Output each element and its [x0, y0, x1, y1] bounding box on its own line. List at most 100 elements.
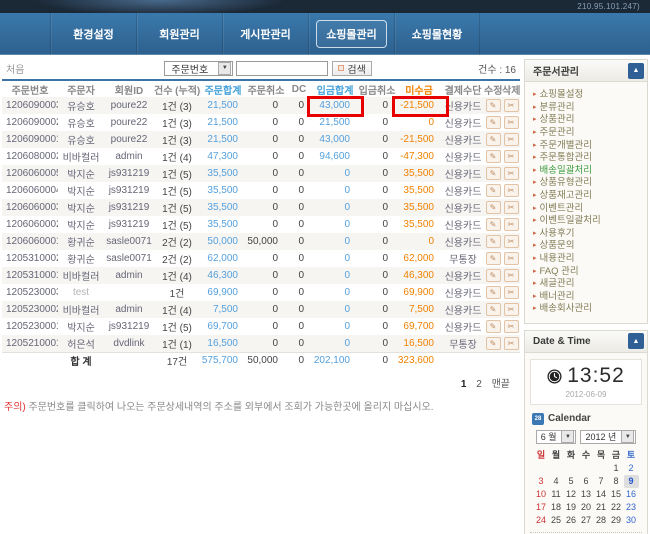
nav-tab[interactable]: 게시판관리	[222, 13, 308, 55]
order-no-link[interactable]: 1206060005	[2, 165, 58, 182]
sidebar-menu-item[interactable]: ▸ 배송회사관리	[533, 303, 643, 316]
sidebar-menu-item[interactable]: ▸ 사용후기	[533, 228, 643, 241]
order-no-link[interactable]: 1206060003	[2, 199, 58, 216]
calendar-day[interactable]: 29	[609, 514, 624, 527]
sidebar-menu-item[interactable]: ▸ 상품유형관리	[533, 177, 643, 190]
panel-toggle-icon[interactable]: ▲	[628, 63, 644, 79]
last-page-link[interactable]: 맨끝	[492, 379, 510, 390]
order-no-link[interactable]: 1205230002	[2, 301, 58, 318]
page-1-link[interactable]: 1	[461, 379, 467, 390]
order-no-link[interactable]: 1206090001	[2, 131, 58, 148]
calendar-day[interactable]: 16	[624, 488, 639, 501]
calendar-day[interactable]: 13	[579, 488, 594, 501]
search-button[interactable]: 검색	[332, 61, 371, 76]
sidebar-menu-item[interactable]: ▸ 새글관리	[533, 278, 643, 291]
first-link[interactable]: 처음	[6, 61, 24, 76]
sidebar-menu-item[interactable]: ▸ 내용관리	[533, 253, 643, 266]
calendar-day[interactable]: 18	[549, 501, 564, 514]
edit-button[interactable]: ✎	[486, 184, 501, 197]
calendar-day[interactable]: 8	[609, 475, 624, 488]
sidebar-menu-item[interactable]: ▸ 상품문의	[533, 240, 643, 253]
edit-button[interactable]: ✎	[486, 269, 501, 282]
order-no-link[interactable]: 1206060001	[2, 233, 58, 250]
delete-button[interactable]: ✂	[504, 252, 519, 265]
delete-button[interactable]: ✂	[504, 337, 519, 350]
edit-button[interactable]: ✎	[486, 201, 501, 214]
month-select[interactable]: 6 월 ▼	[536, 430, 577, 444]
sidebar-menu-item[interactable]: ▸ 상품재고관리	[533, 190, 643, 203]
sidebar-menu-item[interactable]: ▸ 배송일괄처리	[533, 165, 643, 178]
sidebar-menu-item[interactable]: ▸ 이벤트일괄처리	[533, 215, 643, 228]
calendar-day[interactable]: 19	[564, 501, 579, 514]
calendar-day[interactable]: 24	[534, 514, 549, 527]
sidebar-menu-item[interactable]: ▸ 주문관리	[533, 127, 643, 140]
nav-tab[interactable]: 쇼핑몰관리	[308, 13, 394, 55]
sidebar-menu-item[interactable]: ▸ FAQ 관리	[533, 265, 643, 278]
order-no-link[interactable]: 1205310001	[2, 267, 58, 284]
calendar-day[interactable]: 17	[534, 501, 549, 514]
calendar-day[interactable]: 10	[534, 488, 549, 501]
edit-button[interactable]: ✎	[486, 150, 501, 163]
calendar-day[interactable]	[594, 462, 609, 475]
order-no-link[interactable]: 1205310002	[2, 250, 58, 267]
edit-button[interactable]: ✎	[486, 235, 501, 248]
calendar-day[interactable]: 14	[594, 488, 609, 501]
edit-button[interactable]: ✎	[486, 337, 501, 350]
delete-button[interactable]: ✂	[504, 99, 519, 112]
delete-button[interactable]: ✂	[504, 269, 519, 282]
calendar-day[interactable]	[549, 462, 564, 475]
nav-tab[interactable]: 회원관리	[136, 13, 222, 55]
search-input[interactable]	[236, 61, 328, 76]
calendar-day[interactable]: 23	[624, 501, 639, 514]
calendar-day[interactable]: 4	[549, 475, 564, 488]
calendar-day[interactable]	[579, 462, 594, 475]
edit-button[interactable]: ✎	[486, 286, 501, 299]
order-no-link[interactable]: 1206060004	[2, 182, 58, 199]
sidebar-menu-item[interactable]: ▸ 이벤트관리	[533, 202, 643, 215]
edit-button[interactable]: ✎	[486, 218, 501, 231]
search-type-select[interactable]: 주문번호 ▼	[164, 61, 233, 76]
delete-button[interactable]: ✂	[504, 184, 519, 197]
order-no-link[interactable]: 1206090002	[2, 114, 58, 131]
calendar-day[interactable]: 3	[534, 475, 549, 488]
year-select[interactable]: 2012 년 ▼	[580, 430, 636, 444]
calendar-day[interactable]: 9	[624, 475, 639, 488]
panel-toggle-icon[interactable]: ▲	[628, 333, 644, 349]
calendar-day[interactable]: 12	[564, 488, 579, 501]
delete-button[interactable]: ✂	[504, 286, 519, 299]
delete-button[interactable]: ✂	[504, 133, 519, 146]
delete-button[interactable]: ✂	[504, 201, 519, 214]
calendar-day[interactable]: 27	[579, 514, 594, 527]
calendar-day[interactable]: 22	[609, 501, 624, 514]
sidebar-menu-item[interactable]: ▸ 배너관리	[533, 291, 643, 304]
delete-button[interactable]: ✂	[504, 218, 519, 231]
delete-button[interactable]: ✂	[504, 235, 519, 248]
calendar-day[interactable]: 6	[579, 475, 594, 488]
calendar-day[interactable]: 28	[594, 514, 609, 527]
order-no-link[interactable]: 1205210001	[2, 335, 58, 352]
nav-tab[interactable]: 환경설정	[50, 13, 136, 55]
delete-button[interactable]: ✂	[504, 116, 519, 129]
chevron-down-icon[interactable]: ▼	[561, 430, 574, 443]
sidebar-menu-item[interactable]: ▸ 분류관리	[533, 102, 643, 115]
edit-button[interactable]: ✎	[486, 133, 501, 146]
delete-button[interactable]: ✂	[504, 150, 519, 163]
sidebar-menu-item[interactable]: ▸ 쇼핑몰설정	[533, 89, 643, 102]
sidebar-menu-item[interactable]: ▸ 주문개별관리	[533, 139, 643, 152]
edit-button[interactable]: ✎	[486, 320, 501, 333]
edit-button[interactable]: ✎	[486, 252, 501, 265]
order-no-link[interactable]: 1206080002	[2, 148, 58, 165]
calendar-day[interactable]: 20	[579, 501, 594, 514]
nav-tab[interactable]: 쇼핑몰현황	[394, 13, 480, 55]
calendar-day[interactable]: 7	[594, 475, 609, 488]
calendar-day[interactable]	[564, 462, 579, 475]
sidebar-menu-item[interactable]: ▸ 상품관리	[533, 114, 643, 127]
chevron-down-icon[interactable]: ▼	[621, 430, 634, 443]
edit-button[interactable]: ✎	[486, 116, 501, 129]
calendar-day[interactable]: 26	[564, 514, 579, 527]
edit-button[interactable]: ✎	[486, 167, 501, 180]
calendar-day[interactable]: 15	[609, 488, 624, 501]
delete-button[interactable]: ✂	[504, 167, 519, 180]
calendar-day[interactable]: 1	[609, 462, 624, 475]
calendar-day[interactable]: 21	[594, 501, 609, 514]
